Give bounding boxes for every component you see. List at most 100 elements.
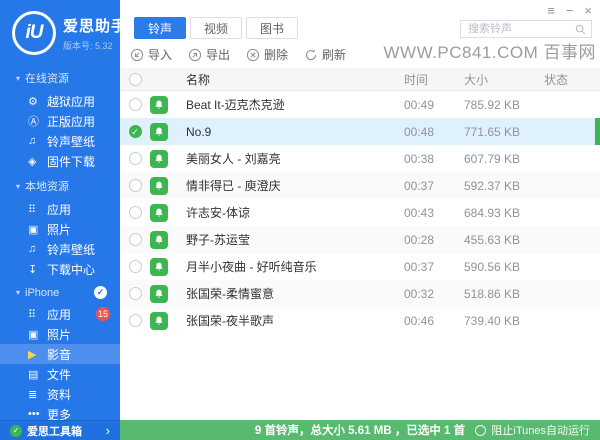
ringtone-icon-cell bbox=[150, 204, 186, 222]
sidebar-item-toolbox[interactable]: ✓ 爱思工具箱 › bbox=[0, 420, 120, 440]
ringtone-name: 张国荣-夜半歌声 bbox=[186, 312, 404, 329]
row-checkbox[interactable] bbox=[120, 98, 150, 111]
sidebar-item-iphone-apps[interactable]: ⠿应用15 bbox=[0, 304, 120, 324]
search-input[interactable] bbox=[461, 23, 575, 35]
status-bar: 9 首铃声，总大小 5.61 MB ，已选中 1 首 阻止iTunes自动运行 bbox=[120, 420, 600, 440]
row-checkbox[interactable] bbox=[120, 152, 150, 165]
table-row[interactable]: ✓No.900:48771.65 KB bbox=[120, 118, 600, 145]
sidebar-item-label: 文件 bbox=[47, 366, 71, 383]
sidebar: iU 爱思助手 版本号: 5.32 ▾在线资源⚙越狱应用Ⓐ正版应用♫铃声壁纸◈固… bbox=[0, 0, 120, 420]
tab-books[interactable]: 图书 bbox=[246, 17, 298, 39]
delete-button[interactable]: 删除 bbox=[246, 46, 288, 63]
app-logo-icon: iU bbox=[12, 11, 56, 55]
row-checkbox[interactable] bbox=[120, 233, 150, 246]
jailbreak-apps-icon: ⚙ bbox=[28, 95, 47, 108]
tab-ringtone[interactable]: 铃声 bbox=[134, 17, 186, 39]
sidebar-item-local-apps[interactable]: ⠿应用 bbox=[0, 199, 120, 219]
sidebar-item-label: 照片 bbox=[47, 326, 71, 343]
chevron-down-icon: ▾ bbox=[16, 74, 20, 83]
app-version: 版本号: 5.32 bbox=[63, 39, 127, 52]
sidebar-section-iphone[interactable]: ▾iPhone✓ bbox=[0, 279, 120, 304]
ringtone-time: 00:28 bbox=[404, 233, 464, 247]
sidebar-item-iphone-data[interactable]: ≣资料 bbox=[0, 384, 120, 404]
sidebar-item-local-ringtone-wallpaper[interactable]: ♫铃声壁纸 bbox=[0, 239, 120, 259]
ringtone-time: 00:46 bbox=[404, 314, 464, 328]
device-connected-check-icon: ✓ bbox=[94, 286, 107, 299]
search-box bbox=[460, 20, 592, 38]
unchecked-circle-icon bbox=[129, 260, 142, 273]
table-row[interactable]: 月半小夜曲 - 好听纯音乐00:37590.56 KB bbox=[120, 253, 600, 280]
table-row[interactable]: 野子-苏运莹00:28455.63 KB bbox=[120, 226, 600, 253]
table-row[interactable]: 美丽女人 - 刘嘉亮00:38607.79 KB bbox=[120, 145, 600, 172]
itunes-toggle-label: 阻止iTunes自动运行 bbox=[491, 422, 590, 438]
table-row[interactable]: 张国荣-柔情蜜意00:32518.86 KB bbox=[120, 280, 600, 307]
ringtone-icon-cell bbox=[150, 177, 186, 195]
sidebar-item-iphone-photos[interactable]: ▣照片 bbox=[0, 324, 120, 344]
bell-icon bbox=[150, 150, 168, 168]
ringtone-size: 455.63 KB bbox=[464, 233, 544, 247]
sidebar-item-download-center[interactable]: ↧下载中心 bbox=[0, 259, 120, 279]
row-checkbox[interactable] bbox=[120, 179, 150, 192]
unchecked-circle-icon bbox=[129, 287, 142, 300]
header-name[interactable]: 名称 bbox=[186, 71, 404, 88]
sidebar-item-iphone-files[interactable]: ▤文件 bbox=[0, 364, 120, 384]
files-icon: ▤ bbox=[28, 368, 47, 381]
select-all-checkbox[interactable] bbox=[120, 73, 150, 86]
tab-video[interactable]: 视频 bbox=[190, 17, 242, 39]
header-size[interactable]: 大小 bbox=[464, 71, 544, 88]
app-window: iU 爱思助手 版本号: 5.32 ▾在线资源⚙越狱应用Ⓐ正版应用♫铃声壁纸◈固… bbox=[0, 0, 600, 440]
import-button[interactable]: 导入 bbox=[130, 46, 172, 63]
sidebar-item-label: 越狱应用 bbox=[47, 93, 95, 110]
chevron-right-icon: › bbox=[106, 423, 110, 438]
table-row[interactable]: Beat It-迈克杰克逊00:49785.92 KB bbox=[120, 91, 600, 118]
unchecked-circle-icon bbox=[129, 152, 142, 165]
main-panel: ≡ − × 铃声 视频 图书 WWW.PC841.COM 百事网 bbox=[120, 0, 600, 440]
ringtone-time: 00:37 bbox=[404, 260, 464, 274]
bell-icon bbox=[150, 231, 168, 249]
delete-label: 删除 bbox=[264, 46, 288, 63]
sidebar-item-genuine-apps[interactable]: Ⓐ正版应用 bbox=[0, 111, 120, 131]
row-checkbox[interactable] bbox=[120, 314, 150, 327]
ringtone-size: 518.86 KB bbox=[464, 287, 544, 301]
header-time[interactable]: 时间 bbox=[404, 71, 464, 88]
close-icon[interactable]: × bbox=[584, 4, 592, 18]
sidebar-item-label: 应用 bbox=[47, 201, 71, 218]
sidebar-item-ringtone-wallpaper[interactable]: ♫铃声壁纸 bbox=[0, 131, 120, 151]
content-tabs: 铃声 视频 图书 bbox=[134, 17, 298, 39]
refresh-button[interactable]: 刷新 bbox=[304, 46, 346, 63]
minimize-icon[interactable]: − bbox=[566, 4, 574, 18]
row-checkbox[interactable] bbox=[120, 260, 150, 273]
search-icon[interactable] bbox=[575, 24, 586, 35]
sidebar-section-local-resources[interactable]: ▾本地资源 bbox=[0, 171, 120, 199]
sidebar-section-label: iPhone bbox=[25, 287, 59, 299]
toggle-circle-icon bbox=[475, 425, 486, 436]
bell-icon bbox=[150, 312, 168, 330]
sidebar-item-jailbreak-apps[interactable]: ⚙越狱应用 bbox=[0, 91, 120, 111]
bell-icon bbox=[150, 258, 168, 276]
table-row[interactable]: 许志安-体谅00:43684.93 KB bbox=[120, 199, 600, 226]
menu-icon[interactable]: ≡ bbox=[547, 4, 555, 18]
row-checkbox[interactable]: ✓ bbox=[120, 125, 150, 138]
table-row[interactable]: 情非得已 - 庾澄庆00:37592.37 KB bbox=[120, 172, 600, 199]
itunes-toggle[interactable]: 阻止iTunes自动运行 bbox=[475, 422, 590, 438]
table-row[interactable]: 张国荣-夜半歌声00:46739.40 KB bbox=[120, 307, 600, 334]
table-body: Beat It-迈克杰克逊00:49785.92 KB✓No.900:48771… bbox=[120, 91, 600, 334]
ringtone-name: Beat It-迈克杰克逊 bbox=[186, 96, 404, 113]
sidebar-item-iphone-media[interactable]: ▶影音 bbox=[0, 344, 120, 364]
firmware-icon: ◈ bbox=[28, 155, 47, 168]
sidebar-section-online-resources[interactable]: ▾在线资源 bbox=[0, 63, 120, 91]
row-checkbox[interactable] bbox=[120, 287, 150, 300]
unchecked-circle-icon bbox=[129, 206, 142, 219]
ringtone-time: 00:32 bbox=[404, 287, 464, 301]
import-icon bbox=[130, 48, 144, 62]
ringtone-name: 野子-苏运莹 bbox=[186, 231, 404, 248]
row-checkbox[interactable] bbox=[120, 206, 150, 219]
header-status[interactable]: 状态 bbox=[544, 71, 600, 88]
sidebar-item-firmware-download[interactable]: ◈固件下载 bbox=[0, 151, 120, 171]
sidebar-item-label: 影音 bbox=[47, 346, 71, 363]
export-button[interactable]: 导出 bbox=[188, 46, 230, 63]
ringtone-icon-cell bbox=[150, 150, 186, 168]
ringtone-time: 00:37 bbox=[404, 179, 464, 193]
sidebar-item-local-photos[interactable]: ▣照片 bbox=[0, 219, 120, 239]
toolbar: 导入 导出 删除 刷新 bbox=[130, 46, 346, 63]
